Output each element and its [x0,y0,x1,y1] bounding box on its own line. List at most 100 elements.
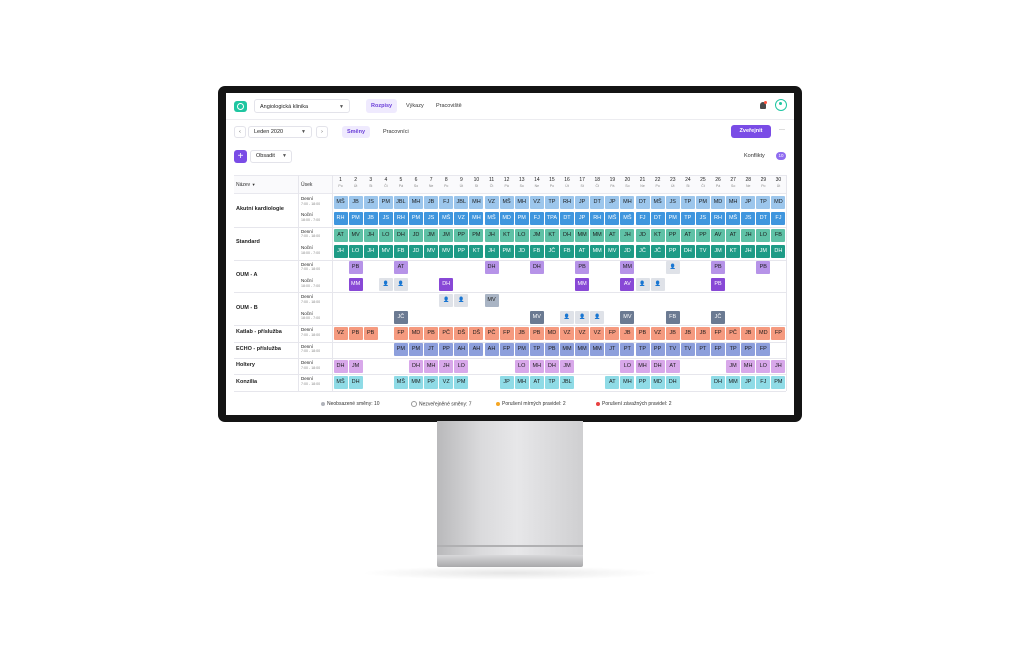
shift-cell[interactable]: MŠ [333,376,348,390]
shift-cell[interactable]: MV [424,244,439,258]
shift-cell[interactable]: JB [665,326,680,340]
shift-cell[interactable]: MŠ [484,212,499,226]
shift-cell[interactable]: MŠ [650,195,665,209]
shift-cell[interactable]: FP [605,326,620,340]
shift-cell[interactable]: PB [424,326,439,340]
shift-cell[interactable]: MM [575,277,590,291]
shift-cell[interactable]: PČ [726,326,741,340]
shift-cell[interactable]: JM [424,228,439,242]
shift-cell[interactable]: KT [469,244,484,258]
shift-cell[interactable]: MV [529,310,544,324]
shift-cell[interactable]: TP [726,343,741,357]
shift-cell[interactable]: FP [499,326,514,340]
shift-cell[interactable]: JB [424,195,439,209]
shift-cell[interactable]: KT [499,228,514,242]
shift-cell[interactable]: MM [560,343,574,357]
shift-cell[interactable]: DH [680,244,695,258]
shift-cell[interactable]: FP [711,343,725,357]
shift-cell[interactable]: FJ [771,212,786,226]
shift-cell[interactable]: JH [363,244,378,258]
shift-cell[interactable]: AT [665,359,680,373]
shift-cell[interactable]: JB [695,326,710,340]
shift-cell[interactable]: PM [695,195,710,209]
shift-cell[interactable]: MD [409,326,423,340]
shift-cell[interactable]: JP [575,212,590,226]
unfilled-shift-cell[interactable]: 👤 [650,277,665,291]
shift-cell[interactable]: MV [348,228,363,242]
shift-cell[interactable]: MH [469,195,484,209]
shift-cell[interactable]: AH [469,343,484,357]
shift-cell[interactable]: MD [544,326,559,340]
shift-cell[interactable]: PP [454,228,469,242]
shift-cell[interactable]: AH [484,343,499,357]
shift-cell[interactable]: DH [393,228,408,242]
shift-cell[interactable]: JH [484,228,499,242]
shift-cell[interactable]: LO [514,228,529,242]
shift-cell[interactable]: TP [529,343,544,357]
shift-cell[interactable]: DŠ [454,326,469,340]
shift-cell[interactable]: MH [529,359,544,373]
shift-cell[interactable]: TV [680,343,695,357]
shift-cell[interactable]: PP [695,228,710,242]
shift-cell[interactable]: FP [499,343,514,357]
shift-cell[interactable]: PM [348,212,363,226]
shift-cell[interactable]: JS [741,212,756,226]
shift-cell[interactable]: JČ [650,244,665,258]
shift-cell[interactable]: PB [635,326,650,340]
shift-cell[interactable]: FJ [529,212,544,226]
shift-cell[interactable]: AH [454,343,469,357]
shift-cell[interactable]: PM [499,244,514,258]
publish-button[interactable]: Zveřejnit [731,125,771,138]
shift-cell[interactable]: PB [711,261,725,275]
shift-cell[interactable]: KT [726,244,741,258]
shift-cell[interactable]: TPA [544,212,559,226]
shift-cell[interactable]: JP [605,195,620,209]
tab-pracoviste[interactable]: Pracoviště [431,99,467,113]
shift-cell[interactable]: JH [771,359,786,373]
shift-cell[interactable]: JM [726,359,741,373]
conflicts-label[interactable]: Konflikty [744,153,765,159]
shift-cell[interactable]: LO [378,228,393,242]
shift-cell[interactable]: VZ [590,326,605,340]
shift-cell[interactable]: PP [665,244,680,258]
shift-cell[interactable]: FP [771,326,786,340]
shift-cell[interactable]: FP [711,326,725,340]
shift-cell[interactable]: PB [711,277,725,291]
shift-cell[interactable]: LO [756,359,771,373]
shift-cell[interactable]: PM [378,195,393,209]
shift-cell[interactable]: LO [348,244,363,258]
shift-cell[interactable]: PP [424,376,439,390]
shift-cell[interactable]: MM [348,277,363,291]
shift-cell[interactable]: JH [363,228,378,242]
shift-cell[interactable]: JH [439,359,454,373]
shift-cell[interactable]: JD [514,244,529,258]
shift-cell[interactable]: FB [665,310,680,324]
shift-cell[interactable]: MH [514,195,529,209]
shift-cell[interactable]: JS [363,195,378,209]
shift-cell[interactable]: TV [695,244,710,258]
shift-cell[interactable]: JD [620,244,635,258]
shift-cell[interactable]: PM [409,212,423,226]
unfilled-shift-cell[interactable]: 👤 [575,310,590,324]
shift-cell[interactable]: MV [439,244,454,258]
shift-cell[interactable]: PP [454,244,469,258]
shift-cell[interactable]: RH [560,195,574,209]
shift-cell[interactable]: JB [514,326,529,340]
shift-cell[interactable]: AV [711,228,725,242]
shift-cell[interactable]: DH [348,376,363,390]
shift-cell[interactable]: JM [529,228,544,242]
shift-cell[interactable]: PB [348,326,363,340]
shift-cell[interactable]: FB [771,228,786,242]
unfilled-shift-cell[interactable]: 👤 [665,261,680,275]
shift-cell[interactable]: LO [514,359,529,373]
shift-cell[interactable]: FB [393,244,408,258]
shift-cell[interactable]: MŠ [393,376,408,390]
unfilled-shift-cell[interactable]: 👤 [560,310,574,324]
shift-cell[interactable]: TV [665,343,680,357]
shift-cell[interactable]: JM [348,359,363,373]
shift-cell[interactable]: JB [363,212,378,226]
shift-cell[interactable]: LO [620,359,635,373]
shift-cell[interactable]: MH [469,212,484,226]
shift-cell[interactable]: JBL [560,376,574,390]
shift-cell[interactable]: JM [711,244,725,258]
